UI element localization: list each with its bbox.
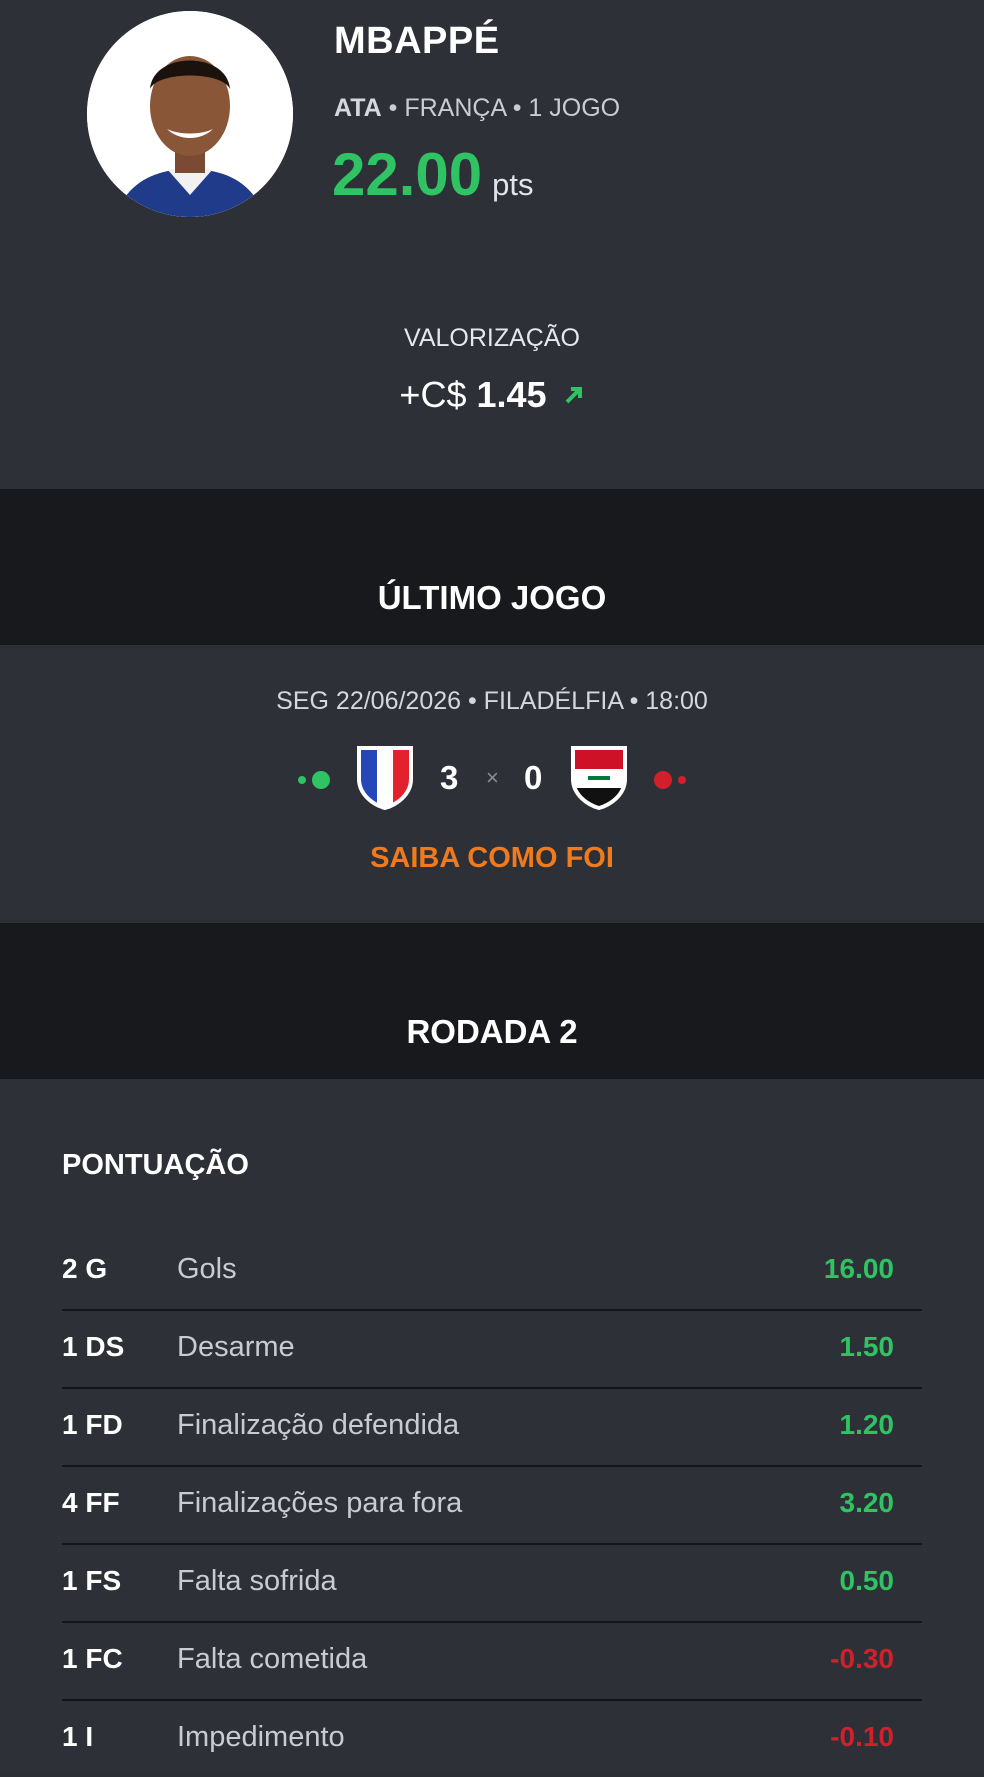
match-info: SEG 22/06/2026 • FILADÉLFIA • 18:00 xyxy=(276,687,708,715)
france-flag-icon xyxy=(356,745,414,811)
scoring-description: Impedimento xyxy=(177,1721,345,1753)
scoring-row: 1 DS Desarme 1.50 xyxy=(62,1311,922,1389)
scoring-points: 3.20 xyxy=(839,1487,895,1518)
player-name: MBAPPÉ xyxy=(334,20,500,62)
form-dot-small xyxy=(298,776,306,784)
player-points: 22.00 pts xyxy=(332,140,534,209)
match-details-link[interactable]: SAIBA COMO FOI xyxy=(0,842,984,875)
score-separator: × xyxy=(486,765,499,790)
scoring-row: 2 G Gols 16.00 xyxy=(62,1233,922,1311)
scoring-description: Gols xyxy=(177,1253,237,1285)
scoring-code: 1 FS xyxy=(62,1565,122,1596)
player-position: ATA xyxy=(334,94,382,122)
valorization-value: 1.45 xyxy=(476,374,547,415)
scoring-code: 1 FD xyxy=(62,1409,123,1440)
player-avatar xyxy=(87,11,293,217)
home-score: 3 xyxy=(440,759,459,796)
valorization-label: VALORIZAÇÃO xyxy=(404,324,580,352)
player-games: 1 JOGO xyxy=(528,94,621,122)
scoreline: 3 × 0 xyxy=(0,745,984,815)
scoring-row: 4 FF Finalizações para fora 3.20 xyxy=(62,1467,922,1545)
scoring-points: 1.50 xyxy=(839,1331,895,1362)
round-header: RODADA 2 xyxy=(0,923,984,1079)
scoring-code: 4 FF xyxy=(62,1487,120,1518)
player-country: FRANÇA xyxy=(404,94,506,122)
player-photo xyxy=(87,11,293,217)
scoring-description: Falta cometida xyxy=(177,1643,368,1675)
meta-separator: • xyxy=(388,94,398,122)
scoring-list: 2 G Gols 16.00 1 DS Desarme 1.50 1 FD Finalizaç… xyxy=(62,1233,922,1777)
scoring-description: Finalização defendida xyxy=(177,1409,460,1441)
valorization-prefix: +C$ xyxy=(399,374,467,415)
scoring-row: 1 FD Finalização defendida 1.20 xyxy=(62,1389,922,1467)
scoring-description: Desarme xyxy=(177,1331,295,1363)
scoring-row: 1 FC Falta cometida -0.30 xyxy=(62,1623,922,1701)
scoring-points: -0.10 xyxy=(830,1721,894,1752)
points-unit: pts xyxy=(492,167,534,202)
scoring-row: 1 I Impedimento -0.10 xyxy=(62,1701,922,1777)
scoring-row: 1 FS Falta sofrida 0.50 xyxy=(62,1545,922,1623)
meta-separator: • xyxy=(512,94,522,122)
iraq-flag-icon xyxy=(570,745,628,811)
last-game-card: SEG 22/06/2026 • FILADÉLFIA • 18:00 3 × … xyxy=(0,645,984,923)
scoring-points: 1.20 xyxy=(839,1409,895,1440)
scoring-section: PONTUAÇÃO 2 G Gols 16.00 1 DS Desarme 1.50 1 F… xyxy=(0,1079,984,1769)
points-value: 22.00 xyxy=(332,141,483,208)
form-dot-large xyxy=(312,771,330,789)
form-dot-large xyxy=(654,771,672,789)
arrow-up-right-icon xyxy=(563,382,585,412)
scoring-description: Falta sofrida xyxy=(177,1565,337,1597)
scoring-code: 1 I xyxy=(62,1721,94,1752)
section-title: RODADA 2 xyxy=(406,1013,578,1050)
last-game-header: ÚLTIMO JOGO xyxy=(0,489,984,645)
player-header: MBAPPÉ ATA • FRANÇA • 1 JOGO 22.00 pts V… xyxy=(0,0,984,489)
scoring-points: 0.50 xyxy=(839,1565,895,1596)
away-score: 0 xyxy=(524,759,543,796)
scoring-code: 2 G xyxy=(62,1253,108,1284)
scoring-points: -0.30 xyxy=(830,1643,894,1674)
scoring-title: PONTUAÇÃO xyxy=(62,1149,249,1181)
player-meta: ATA • FRANÇA • 1 JOGO xyxy=(334,94,620,123)
scoring-points: 16.00 xyxy=(823,1253,894,1284)
scoring-code: 1 DS xyxy=(62,1331,125,1362)
valorization-amount: +C$ 1.45 xyxy=(0,374,984,416)
section-title: ÚLTIMO JOGO xyxy=(377,579,607,616)
form-dot-small xyxy=(678,776,686,784)
scoring-description: Finalizações para fora xyxy=(177,1487,463,1519)
scoring-code: 1 FC xyxy=(62,1643,123,1674)
